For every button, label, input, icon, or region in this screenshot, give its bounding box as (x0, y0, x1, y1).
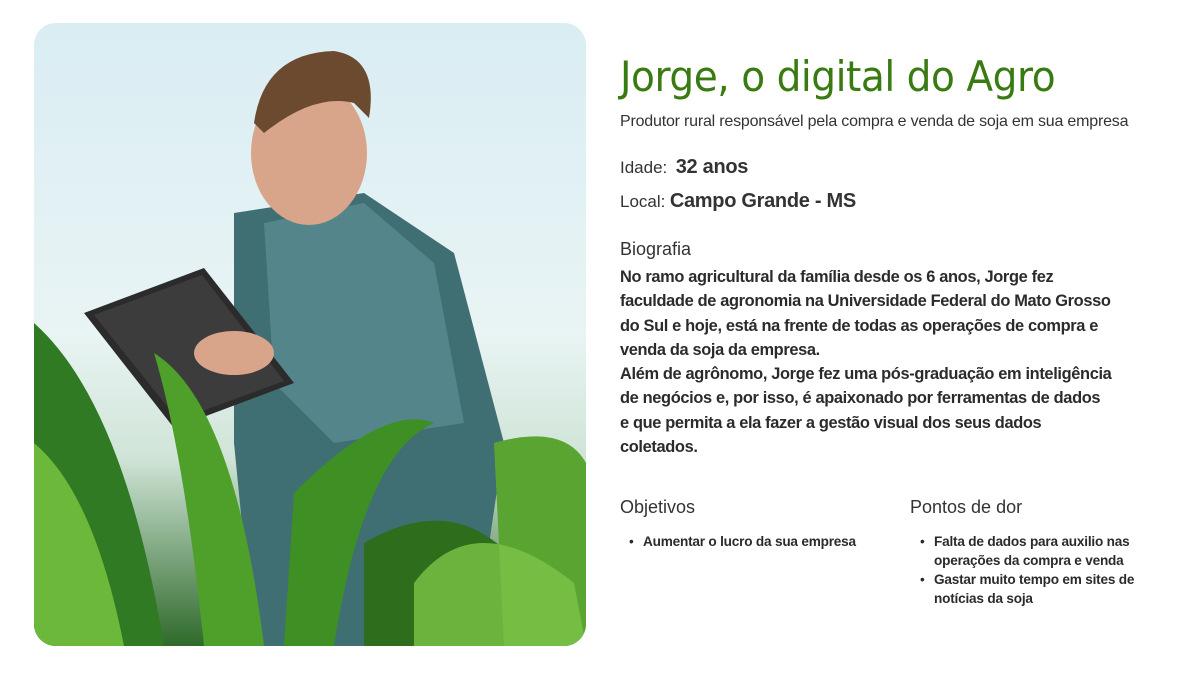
persona-subtitle: Produtor rural responsável pela compra e… (620, 113, 1129, 130)
location-value: Campo Grande - MS (669, 190, 856, 212)
bio-line: faculdade de agronomia na Universidade F… (620, 292, 1111, 311)
bio-line: e que permita a ela fazer a gestão visua… (620, 413, 1042, 432)
pain-item: Falta de dados para auxilio nas operaçõe… (920, 532, 1150, 570)
bio-heading: Biografia (620, 239, 692, 259)
pain-item: Gastar muito tempo em sites de notícias … (920, 570, 1150, 608)
bio-text: No ramo agricultural da família desde os… (620, 265, 1112, 459)
age-label: Idade: (620, 158, 668, 177)
goal-item: Aumentar o lucro da sua empresa (629, 532, 889, 551)
persona-title: Jorge, o digital do Agro (620, 52, 1056, 101)
bio-line: de negócios e, por isso, é apaixonado po… (620, 389, 1101, 408)
goals-heading: Objetivos (620, 497, 696, 517)
age-value: 32 anos (675, 156, 749, 178)
age-row: Idade: 32 anos (620, 156, 748, 179)
goals-list: Aumentar o lucro da sua empresa (629, 532, 889, 551)
bio-line: No ramo agricultural da família desde os… (620, 268, 1054, 286)
location-label: Local: (620, 192, 666, 211)
persona-photo (34, 23, 586, 646)
farmer-with-tablet-image (34, 51, 586, 646)
bio-line: do Sul e hoje, está na frente de todas a… (620, 316, 1099, 335)
location-row: Local: Campo Grande - MS (620, 190, 856, 213)
bio-line: coletados. (620, 438, 698, 457)
bio-line: venda da soja da empresa. (620, 340, 820, 359)
bio-line: Além de agrônomo, Jorge fez uma pós-grad… (620, 365, 1112, 384)
pains-list: Falta de dados para auxilio nas operaçõe… (920, 532, 1150, 608)
pains-heading: Pontos de dor (910, 497, 1023, 517)
